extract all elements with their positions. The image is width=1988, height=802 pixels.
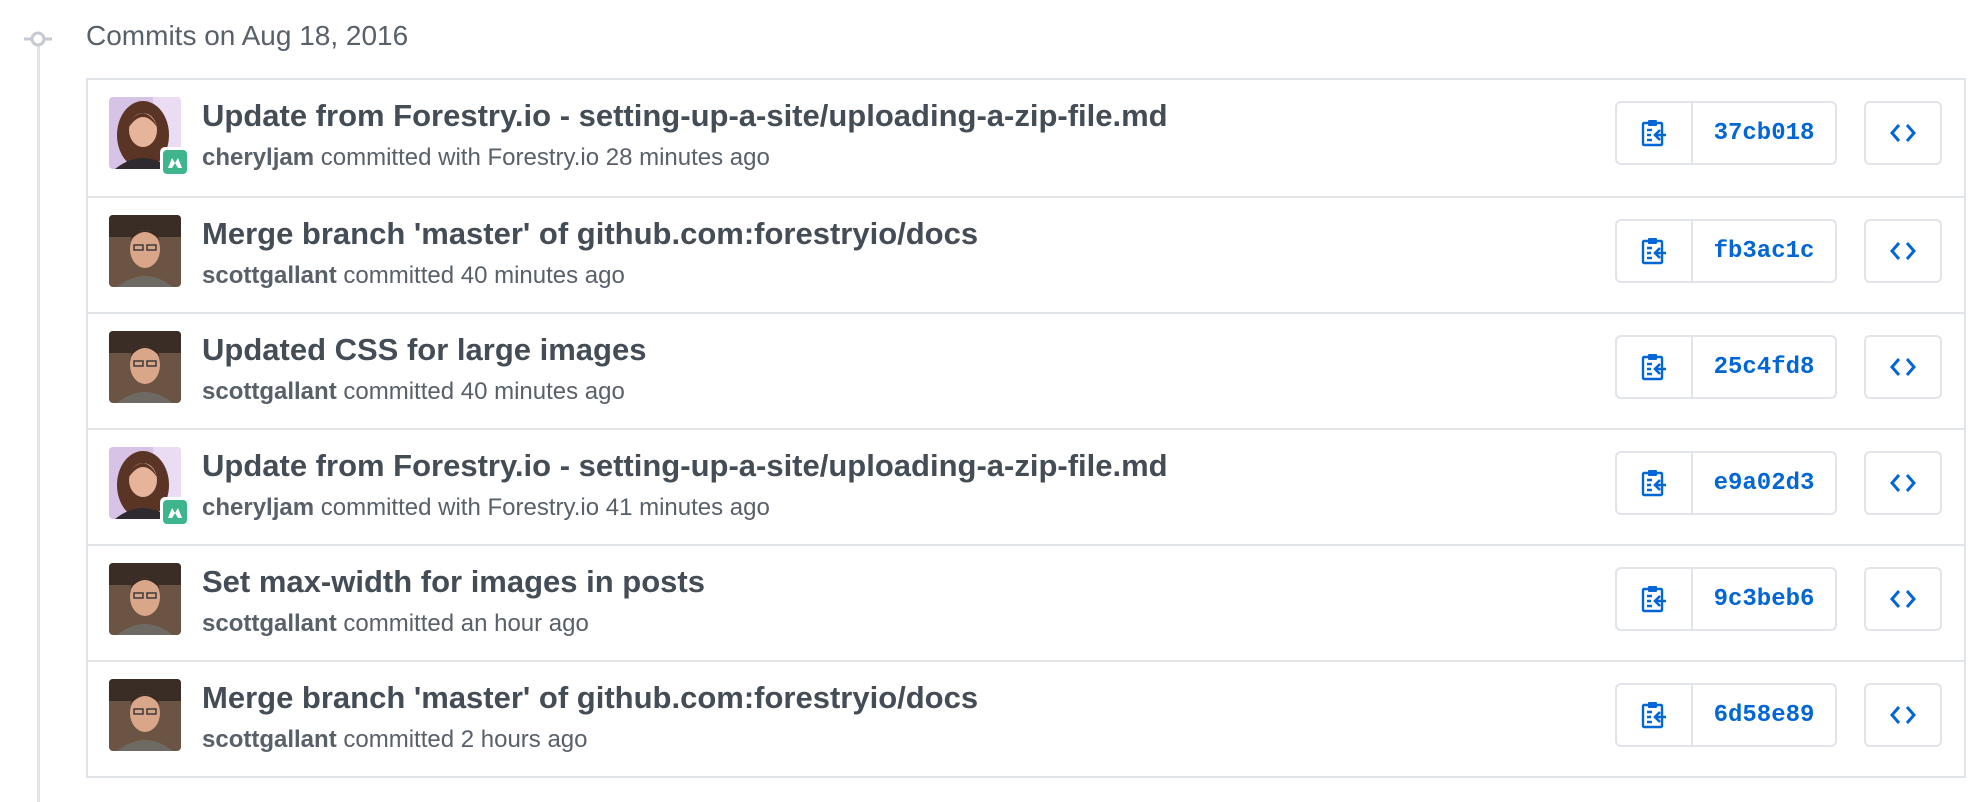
commit-message-link[interactable]: Update from Forestry.io - setting-up-a-s… <box>202 448 1168 484</box>
commit-time: an hour ago <box>454 610 589 637</box>
sha-button-group: 6d58e89 <box>1615 683 1837 747</box>
commit-meta: scottgallant committed 40 minutes ago <box>202 262 625 290</box>
author-avatar[interactable] <box>109 215 181 287</box>
browse-repo-button[interactable] <box>1864 567 1942 631</box>
code-icon <box>1890 124 1916 142</box>
committed-with-label: with Forestry.io <box>431 494 600 521</box>
commit-message-link[interactable]: Updated CSS for large images <box>202 332 646 368</box>
copy-sha-button[interactable] <box>1617 453 1693 513</box>
commit-row: Merge branch 'master' of github.com:fore… <box>88 196 1964 312</box>
commit-meta: scottgallant committed an hour ago <box>202 610 589 638</box>
commit-node-icon <box>24 31 52 47</box>
copy-sha-button[interactable] <box>1617 221 1693 281</box>
author-avatar[interactable] <box>109 679 181 751</box>
copy-sha-button[interactable] <box>1617 337 1693 397</box>
code-icon <box>1890 706 1916 724</box>
commit-time: 41 minutes ago <box>599 494 770 521</box>
clipboard-icon <box>1641 470 1666 497</box>
commit-row: Update from Forestry.io - setting-up-a-s… <box>88 80 1964 196</box>
author-avatar[interactable] <box>109 563 181 635</box>
commit-meta: scottgallant committed 40 minutes ago <box>202 378 625 406</box>
commit-author-link[interactable]: scottgallant <box>202 726 337 753</box>
sha-button-group: 25c4fd8 <box>1615 335 1837 399</box>
commit-sha-link[interactable]: 6d58e89 <box>1693 685 1835 745</box>
clipboard-icon <box>1641 354 1666 381</box>
browse-repo-button[interactable] <box>1864 335 1942 399</box>
commit-list: Update from Forestry.io - setting-up-a-s… <box>86 78 1966 778</box>
timeline-line <box>37 38 40 802</box>
commit-time: 40 minutes ago <box>454 262 625 289</box>
commit-sha-link[interactable]: 25c4fd8 <box>1693 337 1835 397</box>
committed-label: committed <box>314 144 432 171</box>
copy-sha-button[interactable] <box>1617 685 1693 745</box>
commit-meta: scottgallant committed 2 hours ago <box>202 726 588 754</box>
commit-group-title: Commits on Aug 18, 2016 <box>86 20 409 51</box>
commit-message-link[interactable]: Merge branch 'master' of github.com:fore… <box>202 216 978 252</box>
browse-repo-button[interactable] <box>1864 219 1942 283</box>
commit-author-link[interactable]: cheryljam <box>202 494 314 521</box>
commit-message-link[interactable]: Set max-width for images in posts <box>202 564 705 600</box>
code-icon <box>1890 474 1916 492</box>
commit-time: 28 minutes ago <box>599 144 770 171</box>
code-icon <box>1890 358 1916 376</box>
commit-message-link[interactable]: Merge branch 'master' of github.com:fore… <box>202 680 978 716</box>
sha-button-group: 9c3beb6 <box>1615 567 1837 631</box>
commit-sha-link[interactable]: e9a02d3 <box>1693 453 1835 513</box>
commit-meta: cheryljam committed with Forestry.io 28 … <box>202 144 770 172</box>
commit-row: Set max-width for images in posts scottg… <box>88 544 1964 660</box>
clipboard-icon <box>1641 586 1666 613</box>
commit-sha-link[interactable]: 9c3beb6 <box>1693 569 1835 629</box>
committed-label: committed <box>314 494 432 521</box>
commit-author-link[interactable]: cheryljam <box>202 144 314 171</box>
clipboard-icon <box>1641 702 1666 729</box>
commit-sha-link[interactable]: fb3ac1c <box>1693 221 1835 281</box>
committed-label: committed <box>336 378 455 405</box>
commit-row: Merge branch 'master' of github.com:fore… <box>88 660 1964 776</box>
commit-author-link[interactable]: scottgallant <box>202 262 337 289</box>
committed-label: committed <box>336 610 455 637</box>
clipboard-icon <box>1641 238 1666 265</box>
committed-label: committed <box>336 726 455 753</box>
commit-author-link[interactable]: scottgallant <box>202 378 337 405</box>
copy-sha-button[interactable] <box>1617 103 1693 163</box>
code-icon <box>1890 590 1916 608</box>
sha-button-group: e9a02d3 <box>1615 451 1837 515</box>
code-icon <box>1890 242 1916 260</box>
forestry-badge-icon <box>160 147 190 177</box>
commit-message-link[interactable]: Update from Forestry.io - setting-up-a-s… <box>202 98 1168 134</box>
commit-time: 2 hours ago <box>454 726 588 753</box>
forestry-badge-icon <box>160 497 190 527</box>
committed-label: committed <box>336 262 455 289</box>
author-avatar[interactable] <box>109 331 181 403</box>
commit-author-link[interactable]: scottgallant <box>202 610 337 637</box>
commit-row: Updated CSS for large images scottgallan… <box>88 312 1964 428</box>
commit-row: Update from Forestry.io - setting-up-a-s… <box>88 428 1964 544</box>
committed-with-label: with Forestry.io <box>431 144 600 171</box>
sha-button-group: 37cb018 <box>1615 101 1837 165</box>
commit-sha-link[interactable]: 37cb018 <box>1693 103 1835 163</box>
browse-repo-button[interactable] <box>1864 101 1942 165</box>
browse-repo-button[interactable] <box>1864 683 1942 747</box>
commit-time: 40 minutes ago <box>454 378 625 405</box>
browse-repo-button[interactable] <box>1864 451 1942 515</box>
copy-sha-button[interactable] <box>1617 569 1693 629</box>
sha-button-group: fb3ac1c <box>1615 219 1837 283</box>
clipboard-icon <box>1641 120 1666 147</box>
commit-meta: cheryljam committed with Forestry.io 41 … <box>202 494 770 522</box>
